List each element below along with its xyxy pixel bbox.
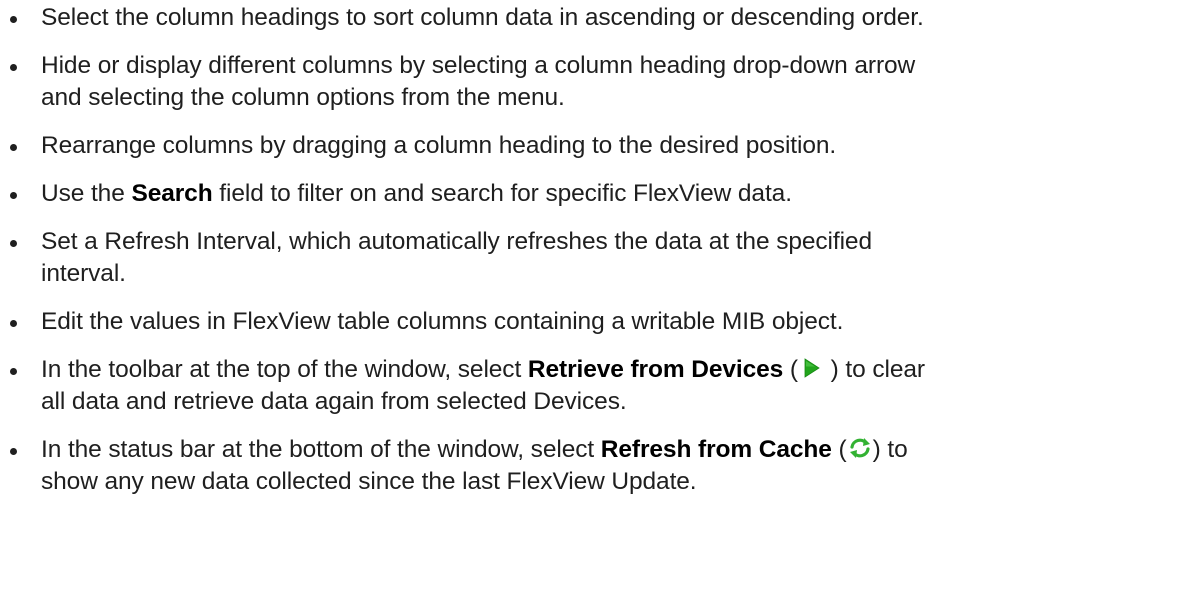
list-item-rearrange-columns: Rearrange columns by dragging a column h… [0, 130, 1198, 162]
retrieve-from-devices-term: Retrieve from Devices [527, 356, 784, 383]
list-item-text-line2: and selecting the column options from th… [41, 84, 565, 111]
list-item-retrieve-devices: In the toolbar at the top of the window,… [0, 354, 1198, 418]
list-item-text-line2: all data and retrieve data again from se… [41, 388, 627, 415]
search-term: Search [131, 180, 213, 207]
text-segment: ( [783, 356, 798, 383]
list-item-text-line1: In the status bar at the bottom of the w… [41, 434, 1198, 466]
list-item-edit-values: Edit the values in FlexView table column… [0, 306, 1198, 338]
text-segment: field to filter on and search for specif… [212, 180, 792, 207]
list-item-refresh-cache: In the status bar at the bottom of the w… [0, 434, 1198, 498]
bullet-dot [10, 240, 17, 247]
bullet-dot [10, 192, 17, 199]
list-item-text: Select the column headings to sort colum… [41, 4, 924, 31]
text-segment: ( [831, 436, 847, 463]
text-segment: In the toolbar at the top of the window,… [41, 356, 528, 383]
bullet-dot [10, 144, 17, 151]
list-item-sort-columns: Select the column headings to sort colum… [0, 2, 1198, 34]
text-segment: In the status bar at the bottom of the w… [41, 436, 601, 463]
list-item-text-line2: interval. [41, 260, 126, 287]
text-segment: ) to [872, 436, 908, 463]
text-segment: ) to clear [823, 356, 925, 383]
list-item-text-line1: Set a Refresh Interval, which automatica… [41, 228, 872, 255]
bullet-dot [10, 64, 17, 71]
bullet-dot [10, 320, 17, 327]
list-item-text: Use the Search field to filter on and se… [41, 178, 1198, 210]
list-item-refresh-interval: Set a Refresh Interval, which automatica… [0, 226, 1198, 290]
bullet-dot [10, 368, 17, 375]
list-item-hide-columns: Hide or display different columns by sel… [0, 50, 1198, 114]
text-segment: Use the [41, 180, 132, 207]
list-item-text-line1: In the toolbar at the top of the window,… [41, 354, 1198, 386]
bullet-list: Select the column headings to sort colum… [0, 2, 1198, 498]
list-item-text-line1: Hide or display different columns by sel… [41, 52, 916, 79]
list-item-text: Edit the values in FlexView table column… [41, 308, 844, 335]
list-item-text: Rearrange columns by dragging a column h… [41, 132, 837, 159]
bullet-dot [10, 16, 17, 23]
bullet-dot [10, 448, 17, 455]
list-item-search-field: Use the Search field to filter on and se… [0, 178, 1198, 210]
play-icon [798, 355, 824, 381]
refresh-from-cache-term: Refresh from Cache [600, 436, 832, 463]
refresh-icon [847, 435, 873, 461]
list-item-text-line2: show any new data collected since the la… [41, 468, 697, 495]
